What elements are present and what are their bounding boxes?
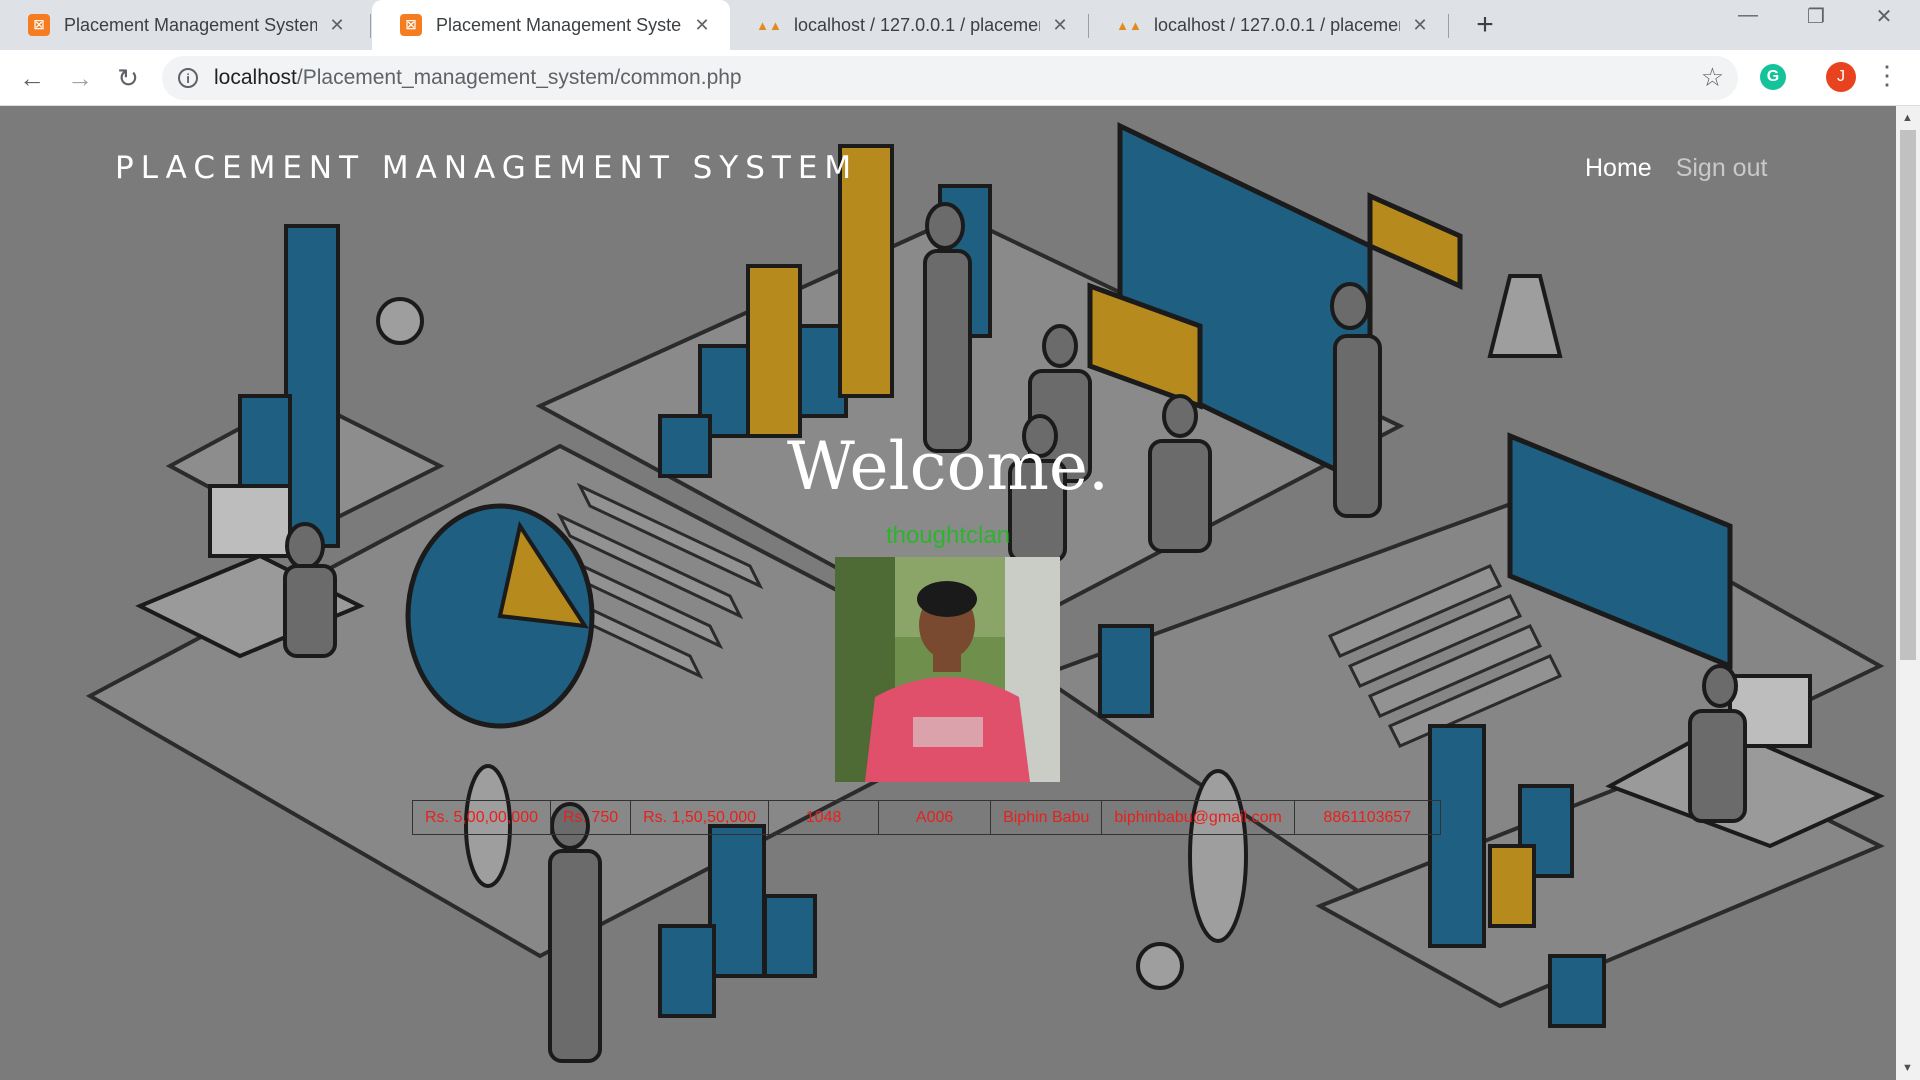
reload-icon[interactable]: ↻	[110, 60, 146, 96]
url-path: /Placement_management_system/common.php	[296, 66, 742, 89]
username-label: thoughtclan	[885, 522, 1011, 549]
browser-tab-3[interactable]: ▲▲ localhost / 127.0.0.1 / placement ✕	[730, 0, 1088, 50]
site-nav: Home Sign out	[1585, 154, 1767, 183]
tab-separator	[1448, 14, 1449, 38]
browser-tab-2[interactable]: ☒ Placement Management System ✕	[372, 0, 730, 50]
table-cell: Biphin Babu	[990, 800, 1103, 835]
browser-tab-4[interactable]: ▲▲ localhost / 127.0.0.1 / placement ✕	[1090, 0, 1448, 50]
table-row: Rs. 5,00,00,000 Rs. 750 Rs. 1,50,50,000 …	[412, 800, 1441, 835]
close-window-icon[interactable]: ✕	[1864, 4, 1904, 29]
site-title: PLACEMENT MANAGEMENT SYSTEM	[115, 150, 859, 186]
xampp-icon: ☒	[400, 14, 422, 36]
url-host: localhost	[214, 66, 297, 89]
table-cell: 8861103657	[1293, 800, 1441, 835]
scroll-up-arrow-icon[interactable]: ▲	[1902, 112, 1913, 124]
tab-title: localhost / 127.0.0.1 / placement	[794, 14, 1040, 35]
tab-title: Placement Management System	[64, 14, 317, 35]
bookmark-star-icon[interactable]: ☆	[1701, 62, 1724, 93]
tab-strip: ☒ Placement Management System ✕ ☒ Placem…	[0, 0, 1920, 50]
tab-separator	[1088, 14, 1089, 38]
profile-photo	[835, 557, 1060, 782]
page-viewport: PLACEMENT MANAGEMENT SYSTEM Home Sign ou…	[0, 106, 1896, 1080]
tab-separator	[370, 14, 371, 38]
nav-link-home[interactable]: Home	[1585, 154, 1652, 183]
restore-icon[interactable]: ❐	[1796, 4, 1836, 29]
phpmyadmin-icon: ▲▲	[1116, 17, 1142, 33]
info-icon[interactable]: i	[178, 68, 198, 88]
minimize-icon[interactable]: —	[1728, 4, 1768, 27]
table-cell: Rs. 750	[549, 800, 632, 835]
close-icon[interactable]: ✕	[1050, 15, 1070, 36]
forward-arrow-icon[interactable]: →	[62, 60, 98, 96]
close-icon[interactable]: ✕	[692, 15, 712, 36]
table-cell: A006	[878, 800, 992, 835]
back-arrow-icon[interactable]: ←	[14, 60, 50, 96]
scroll-down-arrow-icon[interactable]: ▼	[1902, 1062, 1913, 1074]
browser-tab-1[interactable]: ☒ Placement Management System ✕	[0, 0, 365, 50]
tab-title: Placement Management System	[436, 14, 682, 35]
xampp-icon: ☒	[28, 14, 50, 36]
more-menu-icon[interactable]: ⋮	[1874, 60, 1900, 91]
profile-avatar[interactable]: J	[1826, 62, 1856, 92]
browser-toolbar: ← → ↻ i localhost/Placement_management_s…	[0, 50, 1920, 106]
close-icon[interactable]: ✕	[327, 15, 347, 36]
welcome-heading: Welcome.	[787, 428, 1109, 505]
student-info-table: Rs. 5,00,00,000 Rs. 750 Rs. 1,50,50,000 …	[412, 800, 1441, 835]
vertical-scrollbar[interactable]: ▲ ▼	[1896, 106, 1920, 1080]
table-cell: biphinbabu@gmail.com	[1101, 800, 1295, 835]
tab-title: localhost / 127.0.0.1 / placement	[1154, 14, 1400, 35]
phpmyadmin-icon: ▲▲	[756, 17, 782, 33]
address-bar[interactable]: i localhost/Placement_management_system/…	[162, 56, 1738, 100]
table-cell: 1048	[768, 800, 880, 835]
table-cell: Rs. 5,00,00,000	[412, 800, 551, 835]
profile-photo-image	[835, 557, 1060, 782]
new-tab-button[interactable]: +	[1468, 8, 1502, 42]
close-icon[interactable]: ✕	[1410, 15, 1430, 36]
table-cell: Rs. 1,50,50,000	[630, 800, 770, 835]
grammarly-extension-icon[interactable]: G	[1760, 64, 1786, 90]
scrollbar-thumb[interactable]	[1900, 130, 1916, 660]
nav-link-signout[interactable]: Sign out	[1676, 154, 1768, 183]
